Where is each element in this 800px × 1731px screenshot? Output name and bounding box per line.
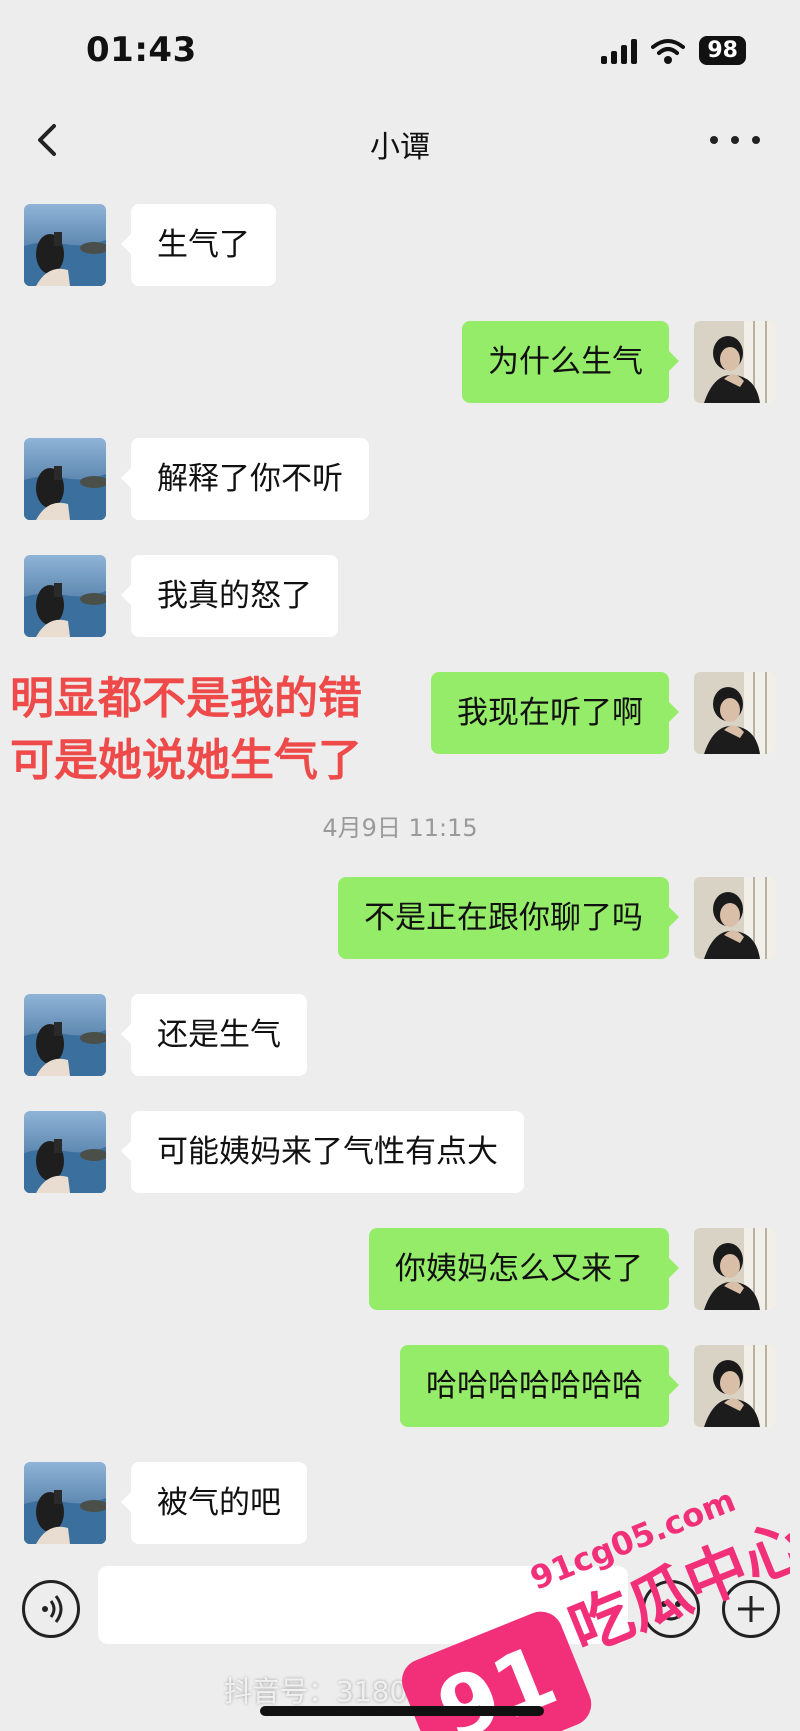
chat-title: 小谭 bbox=[370, 130, 430, 165]
more-options-icon[interactable] bbox=[710, 120, 760, 160]
outgoing-message-bubble[interactable]: 为什么生气 bbox=[462, 321, 679, 403]
message-row: 你姨妈怎么又来了 bbox=[0, 1228, 800, 1310]
overlay-caption-line-1: 明显都不是我的错 bbox=[10, 673, 362, 724]
incoming-message-bubble[interactable]: 可能姨妈来了气性有点大 bbox=[121, 1111, 524, 1193]
contact-avatar[interactable] bbox=[24, 438, 106, 520]
my-avatar[interactable] bbox=[694, 877, 776, 959]
message-row: 我真的怒了 bbox=[0, 555, 800, 637]
nav-bar: 小谭 bbox=[0, 100, 800, 190]
battery-icon: 98 bbox=[699, 36, 746, 65]
overlay-caption-line-2: 可是她说她生气了 bbox=[10, 735, 362, 786]
my-avatar[interactable] bbox=[694, 1345, 776, 1427]
incoming-message-bubble[interactable]: 被气的吧 bbox=[121, 1462, 307, 1544]
status-bar: 01:43 98 bbox=[0, 0, 800, 100]
message-row: 生气了 bbox=[0, 204, 800, 286]
message-row: 不是正在跟你聊了吗 bbox=[0, 877, 800, 959]
my-avatar[interactable] bbox=[694, 321, 776, 403]
contact-avatar[interactable] bbox=[24, 994, 106, 1076]
status-icons: 98 bbox=[601, 36, 746, 65]
message-row: 解释了你不听 bbox=[0, 438, 800, 520]
outgoing-message-bubble[interactable]: 你姨妈怎么又来了 bbox=[369, 1228, 679, 1310]
message-row: 哈哈哈哈哈哈哈 bbox=[0, 1345, 800, 1427]
message-row: 为什么生气 bbox=[0, 321, 800, 403]
overlay-caption: 明显都不是我的错 可是她说她生气了 bbox=[10, 668, 410, 792]
contact-avatar[interactable] bbox=[24, 204, 106, 286]
message-row: 可能姨妈来了气性有点大 bbox=[0, 1111, 800, 1193]
message-row: 还是生气 bbox=[0, 994, 800, 1076]
status-time: 01:43 bbox=[86, 30, 197, 70]
wifi-icon bbox=[651, 38, 686, 64]
contact-avatar[interactable] bbox=[24, 1462, 106, 1544]
home-indicator[interactable] bbox=[260, 1706, 544, 1716]
outgoing-message-bubble[interactable]: 哈哈哈哈哈哈哈 bbox=[400, 1345, 679, 1427]
message-timestamp: 4月9日 11:15 bbox=[322, 814, 478, 842]
incoming-message-bubble[interactable]: 我真的怒了 bbox=[121, 555, 338, 637]
battery-level: 98 bbox=[707, 38, 738, 63]
incoming-message-bubble[interactable]: 还是生气 bbox=[121, 994, 307, 1076]
site-watermark-logo: 91 91cg05.com 吃瓜中心 bbox=[401, 1481, 790, 1731]
incoming-message-bubble[interactable]: 解释了你不听 bbox=[121, 438, 369, 520]
incoming-message-bubble[interactable]: 生气了 bbox=[121, 204, 276, 286]
outgoing-message-bubble[interactable]: 不是正在跟你聊了吗 bbox=[338, 877, 679, 959]
voice-input-icon[interactable] bbox=[22, 1580, 80, 1638]
outgoing-message-bubble[interactable]: 我现在听了啊 bbox=[431, 672, 679, 754]
signal-icon bbox=[601, 38, 638, 64]
contact-avatar[interactable] bbox=[24, 555, 106, 637]
contact-avatar[interactable] bbox=[24, 1111, 106, 1193]
my-avatar[interactable] bbox=[694, 672, 776, 754]
my-avatar[interactable] bbox=[694, 1228, 776, 1310]
